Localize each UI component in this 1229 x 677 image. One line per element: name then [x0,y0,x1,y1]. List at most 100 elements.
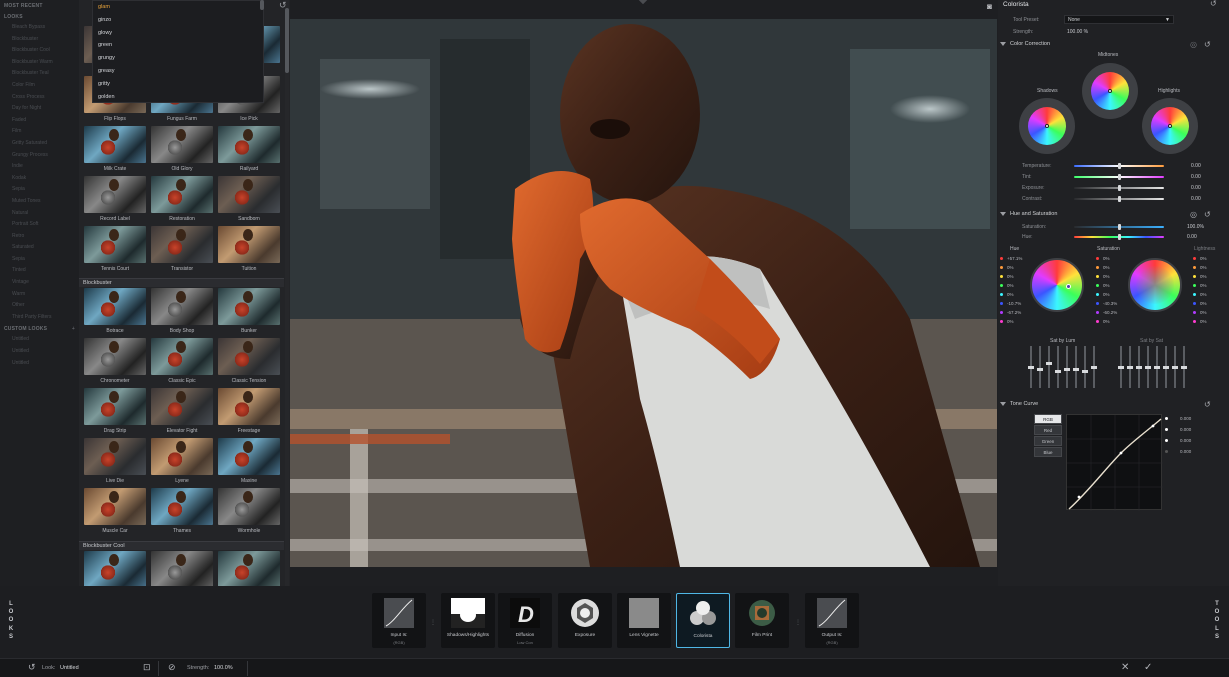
hsl-value-row[interactable]: 0% [1193,274,1207,279]
apply-checkmark-icon[interactable]: ✓ [1144,662,1152,673]
dropdown-option[interactable]: gritty [93,78,263,91]
midtones-puck[interactable] [1108,89,1112,93]
hsl-value-row[interactable]: 0% [1000,283,1014,288]
vertical-slider-knob[interactable] [1145,366,1151,369]
hsl-value-row[interactable]: 0% [1193,256,1207,261]
slider-value[interactable]: 0.00 [1187,234,1197,240]
sidebar-item[interactable]: Warm [0,289,79,301]
look-thumbnail[interactable] [84,338,146,375]
vertical-slider-knob[interactable] [1037,368,1043,371]
sidebar-custom-item[interactable]: Untitled [0,334,79,346]
look-thumbnail[interactable] [218,488,280,525]
strength-value[interactable]: 100.0% [214,665,233,671]
sidebar-item[interactable]: Blockbuster Teal [0,68,79,80]
eyedropper-icon[interactable]: ◎ [1190,41,1197,49]
vertical-slider[interactable] [1136,346,1142,388]
look-thumbnail[interactable] [218,126,280,163]
look-thumbnail[interactable] [151,338,213,375]
hsl-value-row[interactable]: 0% [1096,283,1110,288]
sidebar-item[interactable]: Sepia [0,254,79,266]
add-custom-look-icon[interactable]: + [72,326,75,332]
sidebar-custom-looks-header[interactable]: CUSTOM LOOKS + [0,323,79,334]
look-thumbnail[interactable] [151,438,213,475]
hsl-eyedropper-icon[interactable]: ◎ [1190,211,1197,219]
hsl-value-row[interactable]: 0% [1193,301,1207,306]
sidebar-item[interactable]: Blockbuster Cool [0,45,79,57]
pipeline-node-shadows-highlights[interactable]: Shadows/Highlights [441,593,495,648]
sidebar-item[interactable]: Faded [0,115,79,127]
tone-curve-graph[interactable] [1066,414,1163,511]
tools-panel-toggle[interactable]: TOOLS [1212,600,1222,641]
pipeline-node-output-is[interactable]: Output Is: (RGB) [805,593,859,648]
vertical-slider-knob[interactable] [1091,366,1097,369]
look-thumbnail[interactable] [84,388,146,425]
pipeline-node-colorista[interactable]: Colorista [676,593,730,648]
curve-point[interactable] [1077,495,1081,499]
sidebar-item[interactable]: Tinted [0,265,79,277]
saturation-wheel[interactable] [1128,258,1182,312]
look-thumbnail[interactable] [84,176,146,213]
dropdown-option[interactable]: golden [93,91,263,104]
look-thumbnail[interactable] [84,438,146,475]
sidebar-custom-item[interactable]: Untitled [0,358,79,370]
look-thumbnail[interactable] [218,551,280,586]
vertical-slider[interactable] [1064,346,1070,388]
curve-channel-green-button[interactable]: Green [1034,436,1062,446]
sidebar-item[interactable]: Third Party Filters [0,312,79,324]
vertical-slider[interactable] [1172,346,1178,388]
look-thumbnail[interactable] [84,226,146,263]
vertical-slider[interactable] [1082,346,1088,388]
hsl-value-row[interactable]: 0% [1096,265,1110,270]
reset-icon[interactable]: ↺ [279,0,287,11]
sidebar-item[interactable]: Other [0,300,79,312]
look-thumbnail[interactable] [218,176,280,213]
vertical-slider-knob[interactable] [1073,368,1079,371]
vertical-slider[interactable] [1073,346,1079,388]
look-thumbnail[interactable] [151,288,213,325]
vertical-slider-knob[interactable] [1181,366,1187,369]
look-thumbnail[interactable] [218,226,280,263]
hue-wheel[interactable] [1030,258,1084,312]
sidebar-item[interactable]: Grungy Process [0,150,79,162]
hsl-value-row[interactable]: 0% [1193,283,1207,288]
slider-value[interactable]: 0.00 [1191,163,1201,169]
hsl-value-row[interactable]: 0% [1000,274,1014,279]
hue-wheel-puck[interactable] [1066,284,1071,289]
vertical-slider[interactable] [1127,346,1133,388]
sidebar-item[interactable]: Day for Night [0,103,79,115]
looks-scrollbar[interactable] [285,0,289,586]
cancel-icon[interactable]: ✕ [1121,662,1129,673]
slider-value[interactable]: 0.00 [1191,196,1201,202]
highlights-wheel[interactable] [1142,98,1198,154]
hsl-value-row[interactable]: 0% [1000,292,1014,297]
sidebar-item[interactable]: Blockbuster [0,34,79,46]
panel-collapse-handle[interactable] [638,0,648,5]
hsl-value-row[interactable]: 0% [1193,265,1207,270]
pipeline-node-diffusion[interactable]: D Diffusion Low Con [498,593,552,648]
group-title-blockbuster[interactable]: Blockbuster [79,278,284,287]
dropdown-option[interactable]: grungy [93,52,263,65]
look-thumbnail[interactable] [84,288,146,325]
curve-channel-red-button[interactable]: Red [1034,425,1062,435]
sidebar-item[interactable]: Sepia [0,184,79,196]
sidebar-item[interactable]: Indie [0,161,79,173]
look-name[interactable]: Untitled [60,665,79,671]
look-thumbnail[interactable] [151,176,213,213]
dropdown-option[interactable]: greasy [93,65,263,78]
vertical-slider-knob[interactable] [1064,368,1070,371]
sidebar-item[interactable]: Blockbuster Warm [0,57,79,69]
sidebar-item[interactable]: Portrait Soft [0,219,79,231]
color-correction-section-toggle[interactable]: Color Correction [1000,41,1050,47]
sidebar-item[interactable]: Vintage [0,277,79,289]
hsl-value-row[interactable]: 0% [1193,292,1207,297]
reset-hue-saturation-icon[interactable]: ↺ [1204,211,1211,219]
curve-value-row[interactable]: 0.000 [1165,438,1191,443]
look-thumbnail[interactable] [151,488,213,525]
save-look-icon[interactable]: ⊡ [143,662,151,673]
sidebar-item[interactable]: Natural [0,208,79,220]
dropdown-option[interactable]: green [93,39,263,52]
vertical-slider[interactable] [1037,346,1043,388]
vertical-slider[interactable] [1046,346,1052,388]
strength-value[interactable]: 100.00 % [1067,29,1088,35]
group-title-blockbuster-cool[interactable]: Blockbuster Cool [79,541,284,550]
